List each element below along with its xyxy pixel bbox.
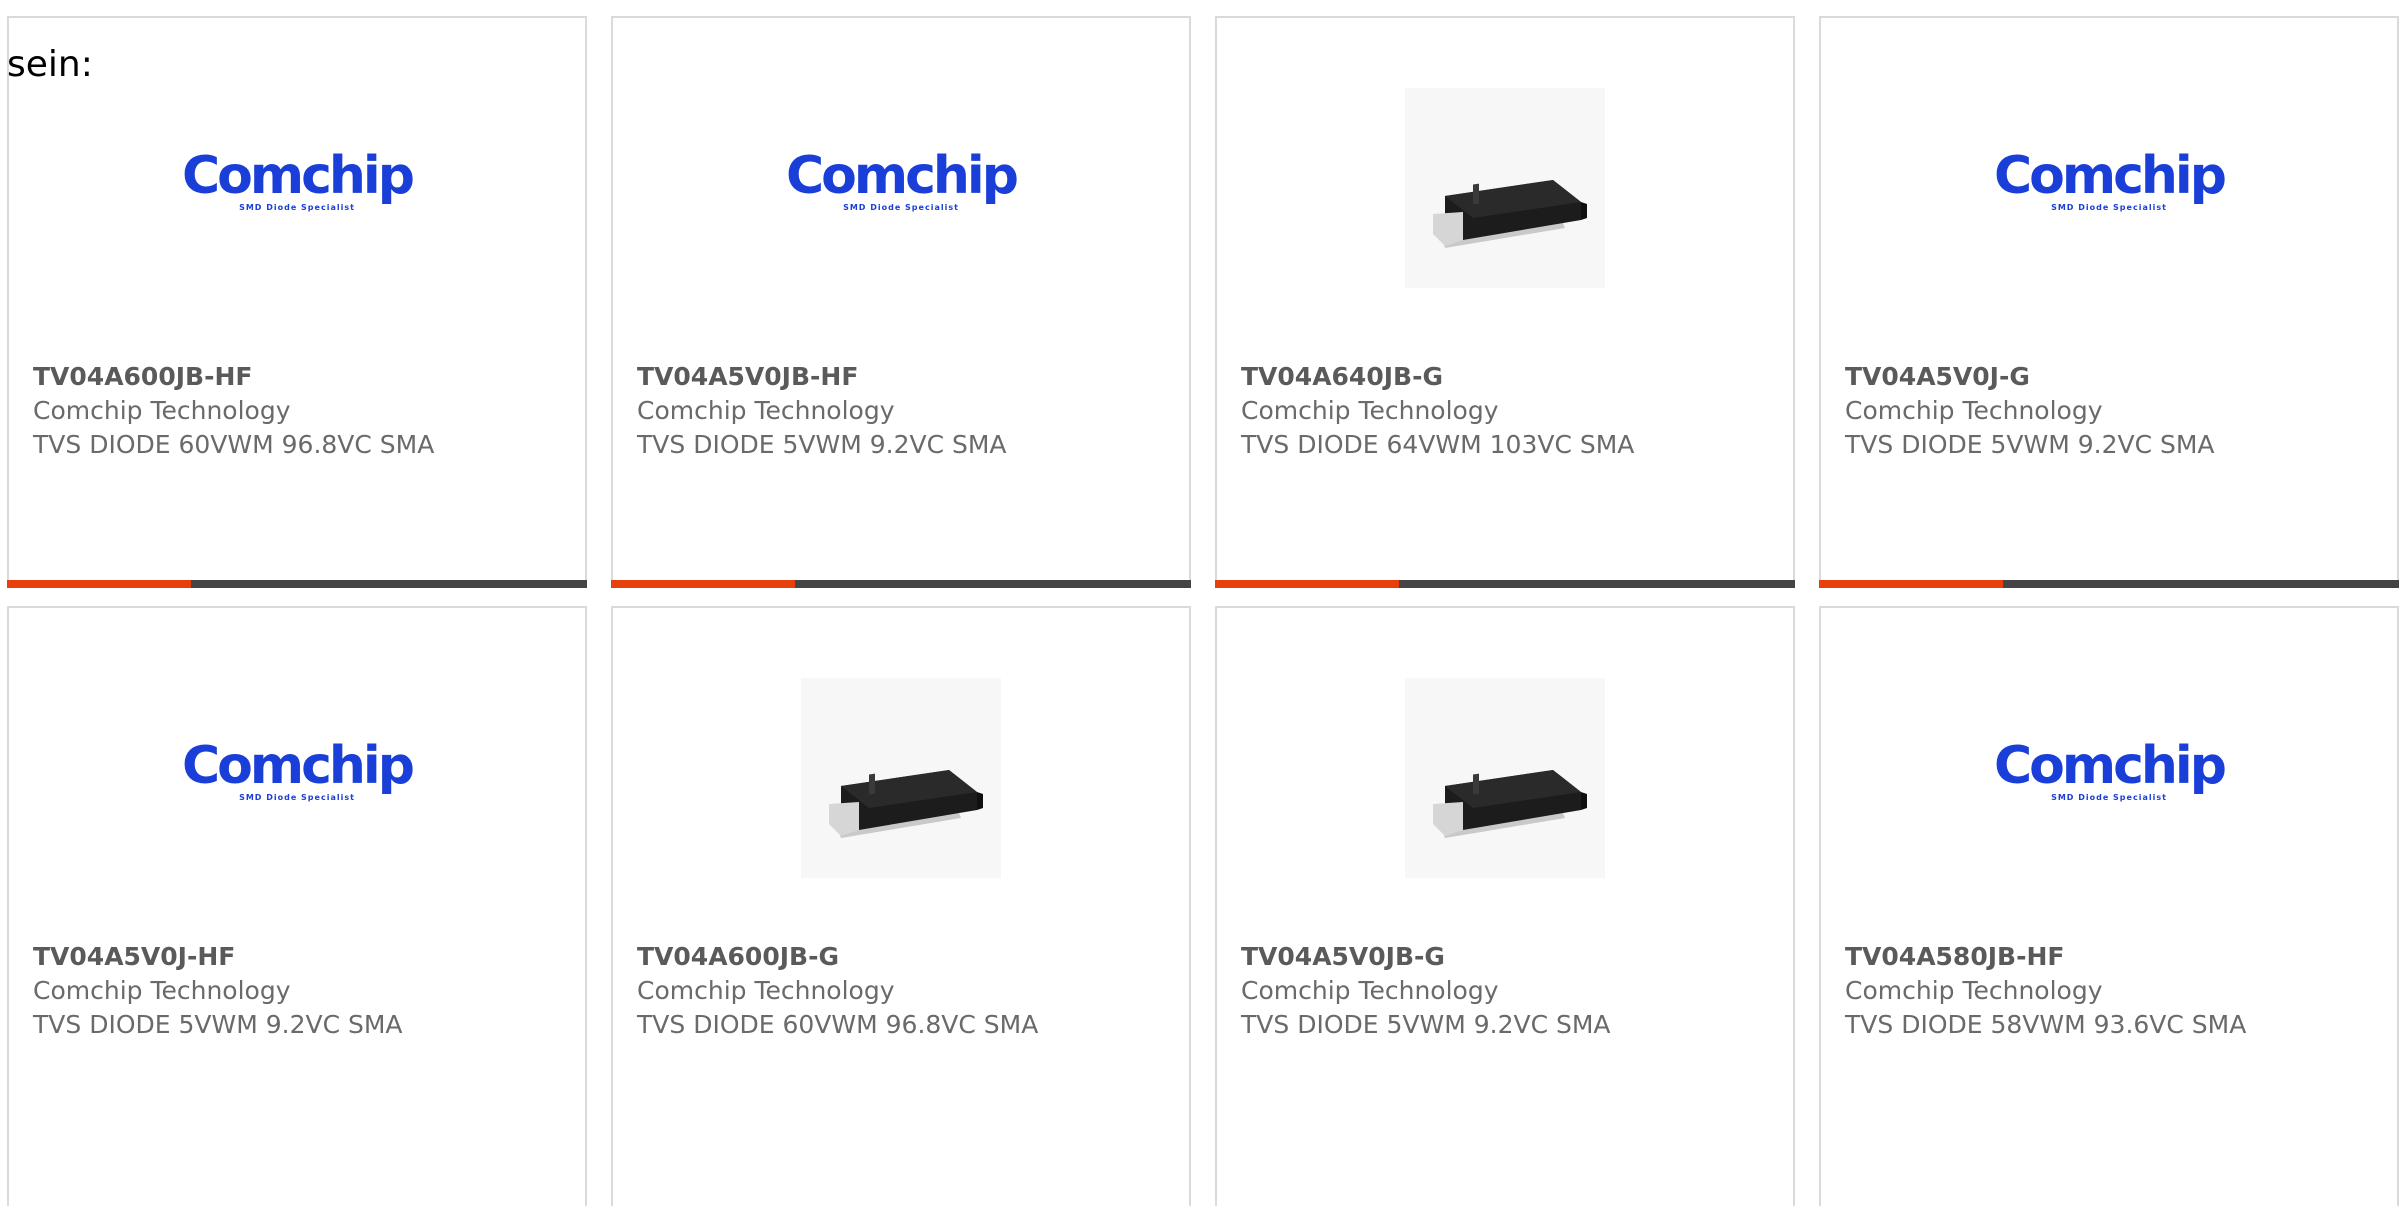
description: TVS DIODE 60VWM 96.8VC SMA (637, 1010, 1039, 1039)
product-image[interactable]: Comchip SMD Diode Specialist (1821, 88, 2397, 288)
product-card[interactable]: TV04A600JB-G Comchip Technology TVS DIOD… (611, 606, 1191, 1206)
logo-tagline: SMD Diode Specialist (2051, 203, 2167, 212)
card-bar-accent (1819, 580, 2003, 588)
sma-diode-icon (1405, 678, 1605, 878)
card-bar-accent (1215, 580, 1399, 588)
description: TVS DIODE 64VWM 103VC SMA (1241, 430, 1635, 459)
logo-word: Comchip (182, 736, 415, 796)
product-grid: Comchip SMD Diode Specialist TV04A600JB-… (0, 0, 2400, 1206)
card-bar (1215, 580, 1795, 588)
product-image[interactable]: Comchip SMD Diode Specialist (1821, 678, 2397, 878)
manufacturer: Comchip Technology (1241, 396, 1499, 425)
part-number-link[interactable]: TV04A580JB-HF (1845, 940, 2387, 974)
part-number-link[interactable]: TV04A5V0J-HF (33, 940, 575, 974)
manufacturer: Comchip Technology (637, 976, 895, 1005)
manufacturer: Comchip Technology (33, 396, 291, 425)
product-card[interactable]: Comchip SMD Diode Specialist TV04A600JB-… (7, 16, 587, 588)
comchip-logo: Comchip SMD Diode Specialist (1994, 736, 2227, 802)
manufacturer: Comchip Technology (33, 976, 291, 1005)
description: TVS DIODE 5VWM 9.2VC SMA (1845, 430, 2215, 459)
card-bar-accent (7, 580, 191, 588)
product-card[interactable]: Comchip SMD Diode Specialist TV04A5V0J-H… (7, 606, 587, 1206)
comchip-logo: Comchip SMD Diode Specialist (182, 736, 415, 802)
sma-diode-photo (1405, 678, 1605, 878)
product-card[interactable]: Comchip SMD Diode Specialist TV04A580JB-… (1819, 606, 2399, 1206)
card-bar (1819, 580, 2399, 588)
card-bar-accent (611, 580, 795, 588)
card-bar (7, 580, 587, 588)
part-number-link[interactable]: TV04A5V0JB-G (1241, 940, 1783, 974)
comchip-logo: Comchip SMD Diode Specialist (786, 146, 1019, 212)
logo-tagline: SMD Diode Specialist (2051, 793, 2167, 802)
description: TVS DIODE 5VWM 9.2VC SMA (1241, 1010, 1611, 1039)
manufacturer: Comchip Technology (1845, 976, 2103, 1005)
logo-word: Comchip (1994, 146, 2227, 206)
product-image[interactable] (1217, 88, 1793, 288)
description: TVS DIODE 58VWM 93.6VC SMA (1845, 1010, 2247, 1039)
logo-word: Comchip (786, 146, 1019, 206)
part-number-link[interactable]: TV04A600JB-G (637, 940, 1179, 974)
logo-tagline: SMD Diode Specialist (239, 793, 355, 802)
product-image[interactable]: Comchip SMD Diode Specialist (613, 88, 1189, 288)
sma-diode-photo (801, 678, 1001, 878)
product-image[interactable]: Comchip SMD Diode Specialist (9, 678, 585, 878)
product-image[interactable]: Comchip SMD Diode Specialist (9, 88, 585, 288)
product-card[interactable]: TV04A5V0JB-G Comchip Technology TVS DIOD… (1215, 606, 1795, 1206)
comchip-logo: Comchip SMD Diode Specialist (182, 146, 415, 212)
part-number-link[interactable]: TV04A5V0JB-HF (637, 360, 1179, 394)
card-bar (611, 580, 1191, 588)
logo-word: Comchip (1994, 736, 2227, 796)
sma-diode-photo (1405, 88, 1605, 288)
manufacturer: Comchip Technology (637, 396, 895, 425)
comchip-logo: Comchip SMD Diode Specialist (1994, 146, 2227, 212)
logo-word: Comchip (182, 146, 415, 206)
product-card[interactable]: TV04A640JB-G Comchip Technology TVS DIOD… (1215, 16, 1795, 588)
logo-tagline: SMD Diode Specialist (843, 203, 959, 212)
part-number-link[interactable]: TV04A640JB-G (1241, 360, 1783, 394)
description: TVS DIODE 5VWM 9.2VC SMA (637, 430, 1007, 459)
logo-tagline: SMD Diode Specialist (239, 203, 355, 212)
part-number-link[interactable]: TV04A5V0J-G (1845, 360, 2387, 394)
sma-diode-icon (1405, 88, 1605, 288)
sma-diode-icon (801, 678, 1001, 878)
manufacturer: Comchip Technology (1845, 396, 2103, 425)
product-card[interactable]: Comchip SMD Diode Specialist TV04A5V0J-G… (1819, 16, 2399, 588)
part-number-link[interactable]: TV04A600JB-HF (33, 360, 575, 394)
product-card[interactable]: Comchip SMD Diode Specialist TV04A5V0JB-… (611, 16, 1191, 588)
manufacturer: Comchip Technology (1241, 976, 1499, 1005)
description: TVS DIODE 5VWM 9.2VC SMA (33, 1010, 403, 1039)
product-image[interactable] (1217, 678, 1793, 878)
lead-text: sein: (7, 44, 93, 85)
product-image[interactable] (613, 678, 1189, 878)
description: TVS DIODE 60VWM 96.8VC SMA (33, 430, 435, 459)
